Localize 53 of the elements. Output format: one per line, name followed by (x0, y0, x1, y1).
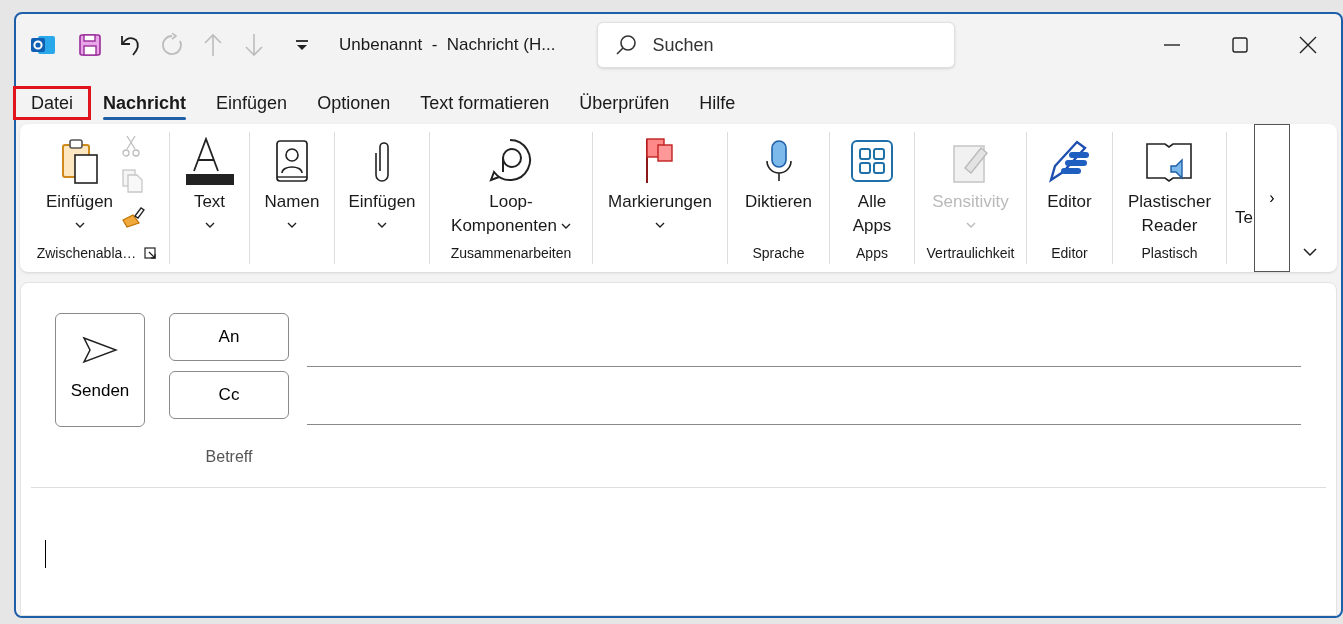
ribbon-tab[interactable]: Datei (13, 86, 92, 120)
group-label: Zwischenabla… (36, 243, 137, 263)
loop-icon (488, 138, 534, 184)
ribbon-tab[interactable]: Einfügen (201, 86, 303, 120)
outlook-icon[interactable] (30, 33, 56, 57)
group-label: Editor (1051, 243, 1088, 263)
send-icon (82, 336, 118, 365)
ribbon-tab[interactable]: Überprüfen (564, 86, 685, 120)
ribbon-button[interactable]: Markierungen (608, 132, 712, 229)
group-label: Sprache (752, 243, 805, 263)
search-icon (615, 34, 638, 56)
chevron-down-icon (560, 222, 571, 230)
ribbon-button[interactable]: Text (185, 132, 234, 229)
ribbon-more-button[interactable]: › (1254, 124, 1290, 272)
ribbon-button[interactable]: Diktieren (744, 132, 813, 214)
collapse-ribbon-icon[interactable] (1302, 246, 1318, 258)
text-cursor (45, 540, 46, 568)
search-field[interactable]: Suchen (597, 22, 956, 68)
close-icon[interactable] (1297, 34, 1319, 56)
ribbon-button[interactable]: Plastischer Reader (1127, 132, 1212, 238)
group-label: Plastisch (1141, 243, 1198, 263)
group-label: Zusammenarbeiten (450, 243, 572, 263)
save-icon[interactable] (78, 33, 102, 57)
cc-button[interactable]: Cc (169, 371, 289, 419)
chevron-down-icon (287, 222, 297, 229)
maximize-icon[interactable] (1229, 34, 1251, 56)
ribbon-button[interactable]: Einfügen (348, 132, 416, 229)
address-book-icon (273, 139, 311, 183)
subject-label: Betreff (205, 447, 253, 467)
ribbon-button[interactable]: Loop- Komponenten (451, 132, 571, 238)
chevron-down-icon (204, 222, 215, 229)
group-label: Apps (856, 243, 888, 263)
font-icon (185, 137, 234, 185)
chevron-down-icon (377, 222, 387, 229)
group-label: Vertraulichkeit (926, 243, 1015, 263)
ribbon-tab[interactable]: Optionen (302, 86, 406, 120)
chevron-down-icon (965, 222, 976, 229)
ribbon-button[interactable]: Te (1231, 132, 1253, 264)
window-title: Unbenannt - Nachricht (H... (339, 34, 556, 57)
dialog-launcher-icon[interactable] (144, 247, 157, 259)
flag-icon (644, 137, 676, 185)
send-button[interactable]: Senden (55, 313, 145, 427)
chevron-down-icon (74, 222, 85, 229)
to-button[interactable]: An (169, 313, 289, 361)
ribbon-tab[interactable]: Text formatieren (405, 86, 565, 120)
ribbon-button[interactable]: Einfügen (45, 132, 114, 229)
ribbon-button[interactable]: Alle Apps (850, 132, 894, 238)
ribbon-tab[interactable]: Hilfe (684, 86, 751, 120)
apps-grid-icon (850, 139, 894, 183)
ribbon-button[interactable]: Editor (1046, 132, 1093, 214)
ribbon-button[interactable]: Namen (264, 132, 320, 229)
chevron-down-icon (655, 222, 665, 229)
paste-icon (59, 137, 100, 185)
